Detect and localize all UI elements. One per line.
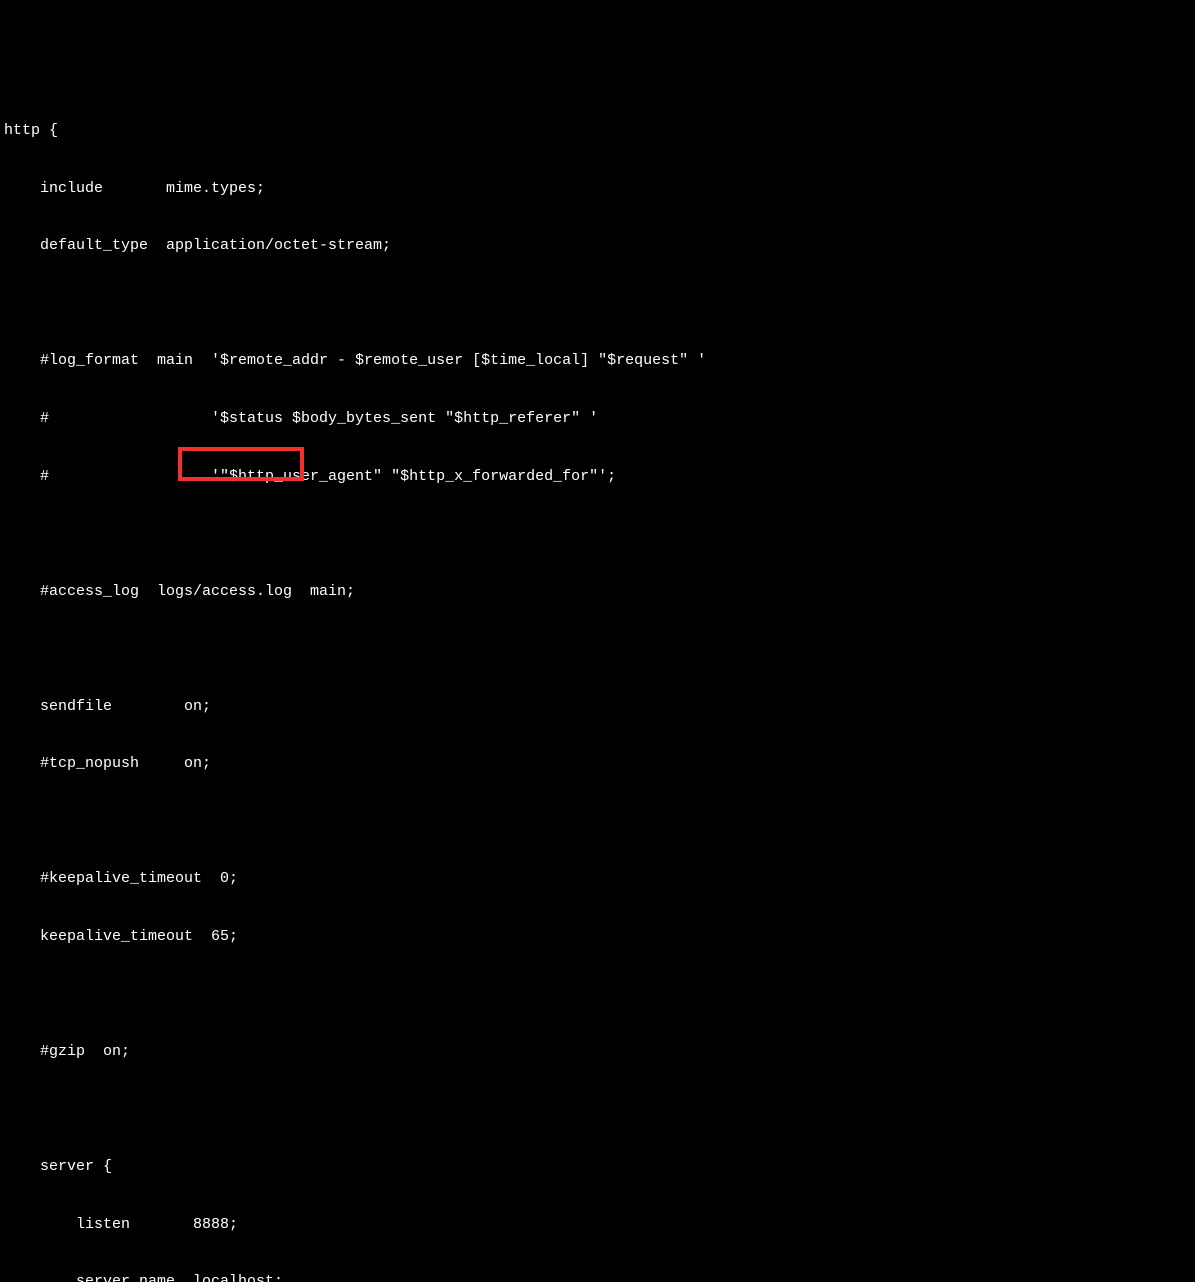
code-line: keepalive_timeout 65; bbox=[4, 927, 1191, 946]
code-line bbox=[4, 985, 1191, 1004]
code-line bbox=[4, 812, 1191, 831]
code-line: listen 8888; bbox=[4, 1215, 1191, 1234]
code-line: #gzip on; bbox=[4, 1042, 1191, 1061]
code-line: include mime.types; bbox=[4, 179, 1191, 198]
code-line: # '$status $body_bytes_sent "$http_refer… bbox=[4, 409, 1191, 428]
code-line: #keepalive_timeout 0; bbox=[4, 869, 1191, 888]
code-line: default_type application/octet-stream; bbox=[4, 236, 1191, 255]
code-line: server { bbox=[4, 1157, 1191, 1176]
code-line bbox=[4, 524, 1191, 543]
code-line: #log_format main '$remote_addr - $remote… bbox=[4, 351, 1191, 370]
config-code-block: http { include mime.types; default_type … bbox=[4, 83, 1191, 1282]
code-line: server_name localhost; bbox=[4, 1272, 1191, 1282]
code-line: #access_log logs/access.log main; bbox=[4, 582, 1191, 601]
code-line: sendfile on; bbox=[4, 697, 1191, 716]
code-line: http { bbox=[4, 121, 1191, 140]
code-line bbox=[4, 1100, 1191, 1119]
code-line: #tcp_nopush on; bbox=[4, 754, 1191, 773]
code-line bbox=[4, 294, 1191, 313]
code-line: # '"$http_user_agent" "$http_x_forwarded… bbox=[4, 467, 1191, 486]
code-line bbox=[4, 639, 1191, 658]
